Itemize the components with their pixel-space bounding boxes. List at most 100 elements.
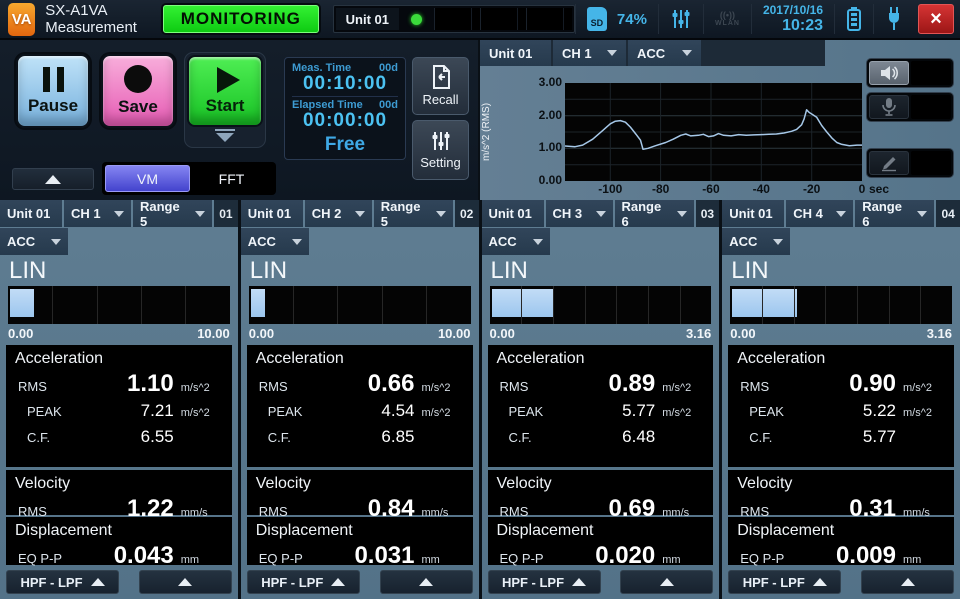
datetime-display: 2017/10/16 10:23 <box>751 4 834 34</box>
channel-0-acceleration-box: Acceleration RMS 1.10 m/s^2 PEAK 7.21 m/… <box>6 345 232 467</box>
marker-toggle[interactable] <box>866 148 954 178</box>
start-button[interactable]: Start <box>187 55 263 127</box>
control-panel: Pause Save Start Meas. Time 00d 00:10:00 <box>0 40 478 200</box>
channel-2-header: Unit 01 CH 3 Range 6 03 <box>482 200 720 227</box>
setting-button[interactable]: Setting <box>412 120 469 180</box>
microphone-toggle[interactable] <box>866 92 954 122</box>
channel-1-level-bar <box>249 286 471 324</box>
channel-0-range-text: Range 5 <box>140 200 189 229</box>
acc-unit-label: m/s^2 <box>415 382 467 394</box>
app-window: VA SX-A1VA Measurement MONITORING Unit 0… <box>0 0 960 599</box>
channel-3-number-text: 04 <box>941 207 954 221</box>
peak-label: PEAK <box>6 404 80 419</box>
channel-0-displacement-title: Displacement <box>6 517 232 542</box>
y-axis-tick-label: 3.00 <box>522 75 562 89</box>
bar-segment-divider <box>889 286 890 324</box>
chevron-down-icon <box>607 50 617 56</box>
marker-pen-button[interactable] <box>869 151 909 175</box>
start-button-label: Start <box>206 96 245 116</box>
trend-quantity-select[interactable]: ACC <box>628 40 701 66</box>
channel-1-range-select[interactable]: Range 5 <box>374 200 453 227</box>
channel-0-unit-text: Unit 01 <box>7 206 50 221</box>
channel-3-quantity-select[interactable]: ACC <box>722 228 790 255</box>
audio-controls <box>864 40 958 200</box>
channel-0-velocity-box: Velocity RMS 1.22 mm/s <box>6 470 232 515</box>
channel-3-quantity-row: ACC <box>722 227 960 255</box>
panel-collapse-button[interactable] <box>12 168 94 190</box>
channel-1-acc-peak-row: PEAK 4.54 m/s^2 <box>247 398 473 424</box>
eq-pp-label: EQ P-P <box>488 551 562 566</box>
rms-label: RMS <box>728 379 802 394</box>
chevron-down-icon <box>836 211 846 217</box>
save-button[interactable]: Save <box>101 54 175 128</box>
tab-vm[interactable]: VM <box>105 165 190 192</box>
channel-2-channel-select[interactable]: CH 3 <box>546 200 613 227</box>
tab-fft[interactable]: FFT <box>190 165 273 192</box>
channel-1-unit-label: Unit 01 <box>241 200 303 227</box>
cf-label: C.F. <box>488 430 562 445</box>
channel-2-quantity-select[interactable]: ACC <box>482 228 550 255</box>
channel-1-acceleration-box: Acceleration RMS 0.66 m/s^2 PEAK 4.54 m/… <box>247 345 473 467</box>
channel-2-level-bar-scale: 0.00 3.16 <box>490 324 712 343</box>
channel-1-channel-select[interactable]: CH 2 <box>305 200 372 227</box>
x-axis-tick-label: -60 <box>691 182 731 196</box>
pause-button[interactable]: Pause <box>16 54 90 128</box>
recall-button[interactable]: Recall <box>412 57 469 115</box>
close-button[interactable]: × <box>918 4 954 34</box>
channel-0-acc-rms-value: 1.10 <box>80 370 174 398</box>
channel-1-collapse-button[interactable] <box>380 570 473 594</box>
channel-0-channel-select[interactable]: CH 1 <box>64 200 131 227</box>
channel-3-range-select[interactable]: Range 6 <box>855 200 934 227</box>
channel-3-level-bar-scale: 0.00 3.16 <box>730 324 952 343</box>
sliders-icon <box>430 130 452 152</box>
mixer-shortcut[interactable] <box>658 4 703 34</box>
channel-3-acceleration-title: Acceleration <box>728 345 954 370</box>
speaker-button[interactable] <box>869 61 909 85</box>
channel-0-level-bar <box>8 286 230 324</box>
channel-0-collapse-button[interactable] <box>139 570 232 594</box>
pause-icon <box>43 67 64 92</box>
power-plug-icon <box>885 6 903 32</box>
channel-1-hpf-lpf-button[interactable]: HPF - LPF <box>247 570 360 594</box>
channel-0-range-select[interactable]: Range 5 <box>133 200 212 227</box>
channel-0-hpf-lpf-button[interactable]: HPF - LPF <box>6 570 119 594</box>
channel-3-level-bar-fill <box>732 289 796 317</box>
channel-2-collapse-button[interactable] <box>620 570 713 594</box>
bar-segment-divider <box>585 286 586 324</box>
channel-2-range-select[interactable]: Range 6 <box>615 200 694 227</box>
channel-3-displacement-box: Displacement EQ P-P 0.009 mm <box>728 517 954 565</box>
chevron-down-icon <box>355 211 365 217</box>
unit-online-led-icon <box>411 14 422 25</box>
channel-3-collapse-button[interactable] <box>861 570 954 594</box>
channel-3-channel-select[interactable]: CH 4 <box>786 200 853 227</box>
bar-segment-divider <box>52 286 53 324</box>
channel-1-displacement-title: Displacement <box>247 517 473 542</box>
recall-button-label: Recall <box>422 92 458 107</box>
channel-1-displacement-box: Displacement EQ P-P 0.031 mm <box>247 517 473 565</box>
channel-2-disp-eqpp-row: EQ P-P 0.020 mm <box>488 542 714 570</box>
elapsed-time-value: 00:00:00 <box>292 111 398 131</box>
channel-0-channel-text: CH 1 <box>71 206 101 221</box>
channel-3-hpf-lpf-button[interactable]: HPF - LPF <box>728 570 841 594</box>
channel-1-quantity-select[interactable]: ACC <box>241 228 309 255</box>
chevron-down-icon <box>436 211 446 217</box>
rms-label: RMS <box>6 379 80 394</box>
bar-segment-divider <box>648 286 649 324</box>
microphone-button[interactable] <box>869 95 909 119</box>
chevron-down-icon <box>114 211 124 217</box>
start-options-expander[interactable] <box>187 126 263 145</box>
channel-3-acc-cf-row: C.F. 5.77 <box>728 424 954 450</box>
channel-1-unit-text: Unit 01 <box>248 206 291 221</box>
speaker-toggle[interactable] <box>866 58 954 88</box>
hpf-lpf-label: HPF - LPF <box>502 575 564 590</box>
channel-2-hpf-lpf-button[interactable]: HPF - LPF <box>488 570 601 594</box>
channel-1-acc-rms-value: 0.66 <box>321 370 415 398</box>
channel-3-acceleration-box: Acceleration RMS 0.90 m/s^2 PEAK 5.22 m/… <box>728 345 954 467</box>
bar-segment-divider <box>553 286 554 324</box>
channel-3-channel-text: CH 4 <box>793 206 823 221</box>
channel-3-displacement-title: Displacement <box>728 517 954 542</box>
status-slot <box>480 8 526 30</box>
channel-0-quantity-select[interactable]: ACC <box>0 228 68 255</box>
chevron-down-icon <box>216 133 234 142</box>
channel-0-displacement-box: Displacement EQ P-P 0.043 mm <box>6 517 232 565</box>
